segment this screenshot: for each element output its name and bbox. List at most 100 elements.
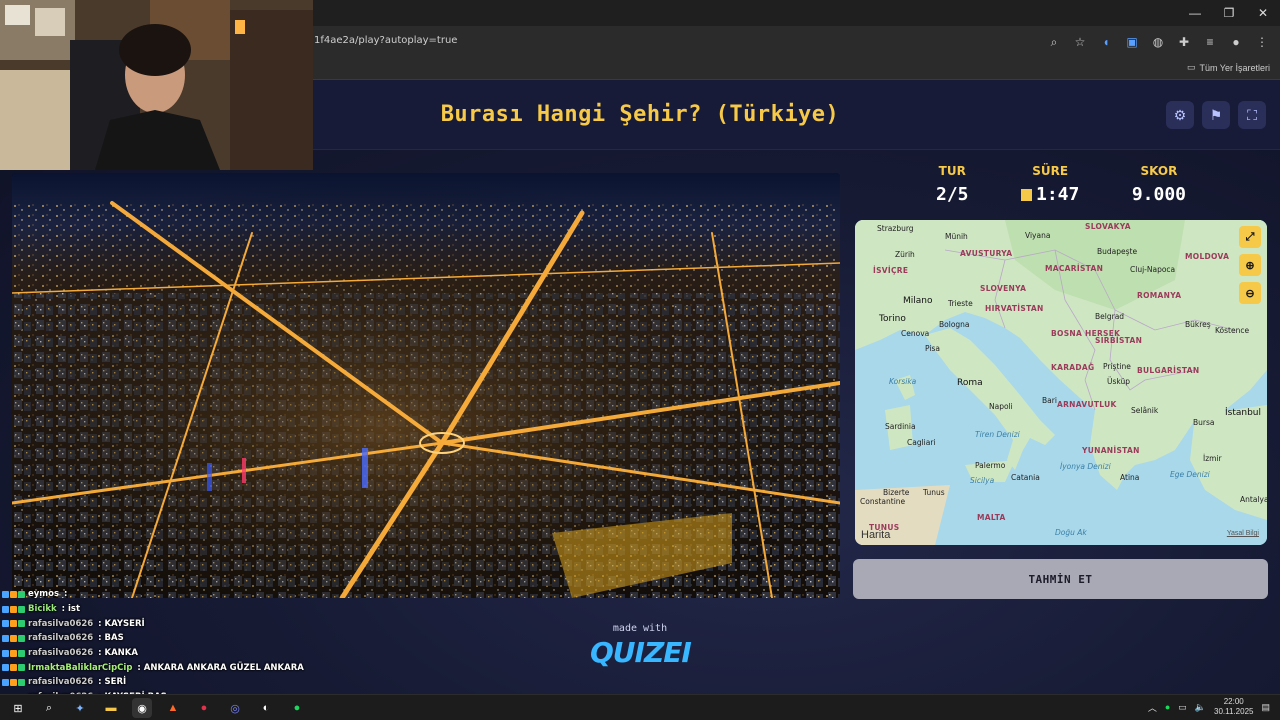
map-zoom-in-button[interactable]: ⊕ [1239, 254, 1261, 276]
map-label: MOLDOVA [1185, 252, 1230, 261]
map-label: Belgrad [1095, 312, 1125, 321]
badge-icon [18, 649, 25, 657]
map-label: Bari [1042, 396, 1057, 405]
map-zoom-out-button[interactable]: ⊖ [1239, 282, 1261, 304]
profile-avatar[interactable]: ● [1226, 32, 1246, 52]
system-tray: ︿ ● ▭ 🔈 22:00 30.11.2025 ▤ [1148, 697, 1270, 717]
clock-date: 30.11.2025 [1214, 707, 1254, 716]
settings-button[interactable]: ⚙ [1166, 101, 1194, 129]
map-label: İzmir [1203, 454, 1222, 463]
obs-icon[interactable]: ◐ [256, 698, 276, 718]
map-label: SLOVENYA [980, 284, 1027, 293]
chat-text: KAYSERİ [104, 618, 145, 629]
map-label: Tiren Denizi [975, 430, 1020, 439]
map-label: Viyana [1025, 231, 1051, 240]
map-label: İyonya Denizi [1060, 462, 1111, 471]
map-label: Cagliari [907, 438, 936, 447]
map-label: Selânik [1131, 406, 1159, 415]
map-label: AVUSTURYA [960, 249, 1013, 258]
chat-username[interactable]: rafasilva0626 [28, 633, 93, 643]
map-label: Torino [879, 314, 906, 324]
made-with-label: made with [612, 623, 668, 634]
network-icon[interactable]: ▭ [1178, 702, 1187, 713]
clock[interactable]: 22:00 30.11.2025 [1214, 697, 1253, 717]
map-label: ARNAVUTLUK [1057, 400, 1117, 409]
app-tray-icon[interactable]: ● [1165, 702, 1170, 712]
legal-link[interactable]: Yasal Bilgi [1227, 530, 1259, 537]
badge-icon [18, 634, 25, 642]
chat-separator: : [95, 677, 105, 688]
badge-icon [10, 664, 17, 672]
all-bookmarks-label: Tüm Yer İşaretleri [1199, 62, 1270, 73]
chrome-icon[interactable]: ◉ [132, 698, 152, 718]
url-field[interactable]: 1f4ae2a/play?autoplay=true [314, 35, 457, 46]
puzzle-extensions-icon[interactable]: ✚ [1174, 32, 1194, 52]
chat-username[interactable]: Bicikk [28, 604, 57, 614]
windows-start-icon[interactable]: ⊞ [8, 698, 28, 718]
volume-icon[interactable]: 🔈 [1195, 702, 1206, 713]
all-bookmarks-button[interactable]: ▭ Tüm Yer İşaretleri [1187, 62, 1270, 73]
map-label: Münih [945, 232, 968, 241]
extension-icon[interactable]: ▣ [1122, 32, 1142, 52]
zoom-out-icon: ⊖ [1245, 287, 1255, 300]
chat-message: rafasilva0626 : SERİ [2, 675, 302, 690]
map-label: Budapeşte [1097, 247, 1138, 256]
notifications-icon[interactable]: ▤ [1261, 702, 1270, 713]
quizei-logo[interactable]: QUIZEI [590, 636, 692, 669]
taskbar: ⊞ ⌕ ✦ ▬ ◉ ▲ ● ◎ ◐ ● ︿ ● ▭ 🔈 22:00 30.11.… [0, 694, 1280, 720]
chat-text: ANKARA ANKARA GÜZEL ANKARA [143, 662, 304, 673]
extension-icon[interactable]: ◖ [1096, 32, 1116, 52]
map-label: Atina [1120, 473, 1140, 482]
map-label: Tunus [923, 488, 945, 497]
close-window-button[interactable]: ✕ [1246, 0, 1280, 26]
search-icon[interactable]: ⌕ [39, 698, 59, 718]
app-icon[interactable]: ✦ [70, 698, 90, 718]
chat-username[interactable]: IrmaktaBaliklarCipCip [28, 663, 132, 673]
city-night-illustration [12, 173, 840, 598]
map-label: HIRVATİSTAN [985, 304, 1044, 313]
time-stat: SÜRE 1:47 [1020, 164, 1079, 205]
expand-icon: ⤢ [1245, 230, 1255, 243]
media-icon[interactable]: ≡ [1200, 32, 1220, 52]
badge-icon [2, 605, 9, 613]
minimize-button[interactable]: — [1178, 0, 1212, 26]
brave-icon[interactable]: ▲ [163, 698, 183, 718]
spotify-icon[interactable]: ● [287, 698, 307, 718]
chat-username[interactable]: eymos [28, 589, 59, 599]
zoom-icon[interactable]: ⌕ [1044, 32, 1064, 52]
discord-icon[interactable]: ◎ [225, 698, 245, 718]
map-label: Antalya [1240, 495, 1267, 504]
file-explorer-icon[interactable]: ▬ [101, 698, 121, 718]
app-icon[interactable]: ● [194, 698, 214, 718]
more-menu-icon[interactable]: ⋮ [1252, 32, 1272, 52]
guess-map[interactable]: Strazburg Münih Viyana SLOVAKYA Zürih AVUSTUR… [855, 220, 1267, 545]
badge-icon [2, 620, 9, 628]
map-label: ROMANYA [1137, 291, 1182, 300]
badge-icon [2, 634, 9, 642]
map-label: Pisa [925, 344, 940, 353]
chat-username[interactable]: rafasilva0626 [28, 619, 93, 629]
report-button[interactable]: ⚑ [1202, 101, 1230, 129]
chat-badges [2, 590, 25, 598]
round-label: TUR [938, 164, 966, 178]
map-label: Constantine [860, 497, 906, 506]
badge-icon [10, 605, 17, 613]
chat-separator: : [134, 662, 144, 673]
round-value: 2/5 [936, 184, 969, 205]
extension-icon[interactable]: ◍ [1148, 32, 1168, 52]
city-photo [12, 173, 840, 598]
restore-button[interactable]: ❐ [1212, 0, 1246, 26]
screen: — ❐ ✕ 1f4ae2a/play?autoplay=true ⌕ ☆ ◖ ▣… [0, 0, 1280, 720]
webcam-illustration [0, 0, 313, 170]
chat-username[interactable]: rafasilva0626 [28, 648, 93, 658]
chevron-up-icon[interactable]: ︿ [1148, 701, 1157, 714]
map-expand-button[interactable]: ⤢ [1239, 226, 1261, 248]
star-bookmark-icon[interactable]: ☆ [1070, 32, 1090, 52]
round-stat: TUR 2/5 [936, 164, 969, 205]
fullscreen-button[interactable]: ⛶ [1238, 101, 1266, 129]
chat-username[interactable]: rafasilva0626 [28, 677, 93, 687]
guess-button[interactable]: TAHMİN ET [853, 559, 1268, 599]
map-label: Sardinia [885, 422, 916, 431]
map-label: Köstence [1215, 326, 1250, 335]
chat-message: rafasilva0626 : BAS [2, 631, 302, 646]
